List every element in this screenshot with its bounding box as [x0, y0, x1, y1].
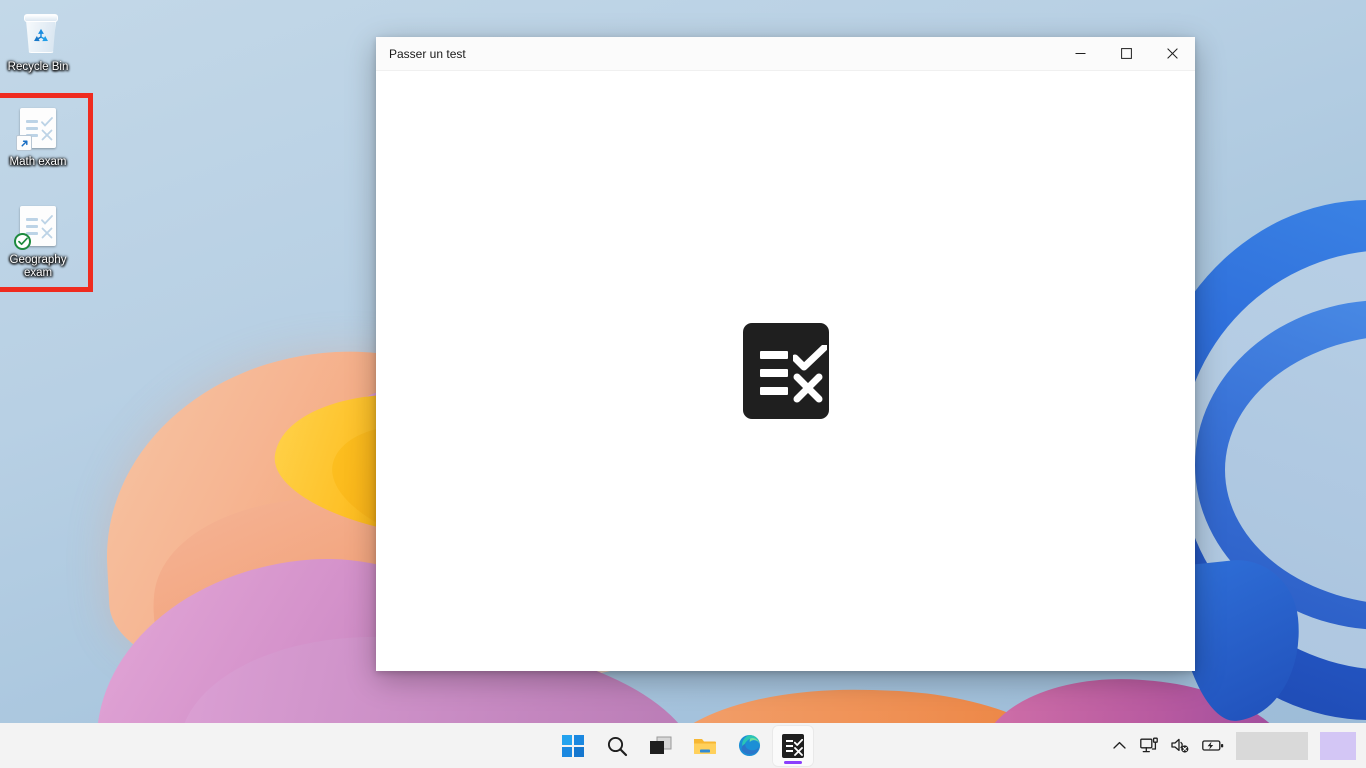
start-button[interactable] — [553, 726, 593, 766]
network-icon[interactable] — [1136, 730, 1163, 762]
window-titlebar[interactable]: Passer un test — [376, 37, 1195, 71]
search-button[interactable] — [597, 726, 637, 766]
edge-browser-button[interactable] — [729, 726, 769, 766]
maximize-button[interactable] — [1103, 37, 1149, 70]
minimize-button[interactable] — [1057, 37, 1103, 70]
app-window[interactable]: Passer un test — [376, 37, 1195, 671]
recycle-bin-icon — [14, 10, 62, 58]
desktop-icon-label: Math exam — [0, 156, 76, 169]
window-title: Passer un test — [376, 37, 1057, 70]
desktop-icon-geography-exam[interactable]: Geography exam — [0, 203, 76, 280]
exam-file-icon — [14, 105, 62, 153]
taskbar[interactable] — [0, 723, 1366, 768]
quiz-app-button[interactable] — [773, 726, 813, 766]
close-button[interactable] — [1149, 37, 1195, 70]
shortcut-arrow-icon — [16, 135, 32, 151]
clock-redacted[interactable] — [1232, 730, 1312, 762]
desktop-icon-label: Geography exam — [0, 254, 76, 280]
file-explorer-button[interactable] — [685, 726, 725, 766]
sync-check-icon — [14, 233, 31, 250]
battery-charging-icon[interactable] — [1198, 730, 1228, 762]
show-hidden-icons-button[interactable] — [1106, 730, 1132, 762]
desktop-icon-label: Recycle Bin — [0, 61, 76, 74]
desktop-icon-math-exam[interactable]: Math exam — [0, 105, 76, 169]
quiz-app-logo-icon — [743, 323, 829, 419]
task-view-button[interactable] — [641, 726, 681, 766]
taskbar-app-group — [553, 726, 813, 766]
notifications-redacted[interactable] — [1316, 730, 1360, 762]
exam-file-icon — [14, 203, 62, 251]
window-content-area — [376, 71, 1195, 671]
active-app-indicator — [784, 761, 802, 764]
desktop-icon-recycle-bin[interactable]: Recycle Bin — [0, 10, 76, 74]
system-tray — [1106, 723, 1366, 768]
volume-muted-icon[interactable] — [1167, 730, 1194, 762]
